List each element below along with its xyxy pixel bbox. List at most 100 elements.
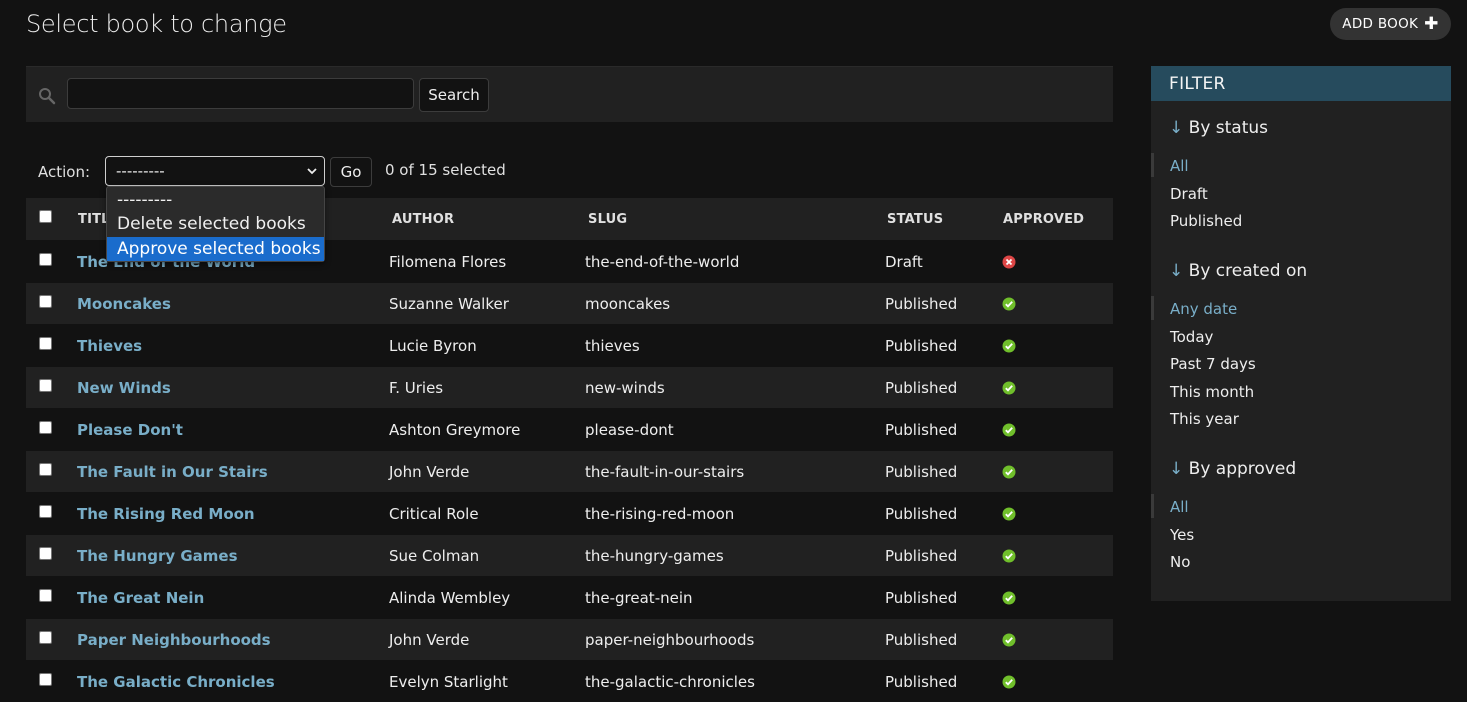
row-checkbox[interactable] [39, 631, 52, 644]
check-circle-icon [1002, 675, 1016, 689]
row-checkbox[interactable] [39, 421, 52, 434]
column-author[interactable]: AUTHOR [392, 212, 454, 227]
check-circle-icon [1002, 339, 1016, 353]
filter-option[interactable]: No [1170, 553, 1190, 571]
book-author: John Verde [389, 631, 470, 649]
book-title-link[interactable]: The Fault in Our Stairs [77, 463, 268, 481]
book-status: Published [885, 631, 958, 649]
add-book-label: ADD BOOK [1342, 16, 1419, 32]
search-toolbar: Search [26, 66, 1113, 122]
book-status: Published [885, 379, 958, 397]
table-body: The End of the World Filomena Flores the… [26, 240, 1113, 702]
x-circle-icon [1002, 255, 1016, 269]
filter-option[interactable]: Today [1170, 328, 1213, 346]
book-status: Draft [885, 253, 923, 271]
action-option-approve[interactable]: Approve selected books [107, 237, 324, 261]
filter-option[interactable]: This month [1170, 383, 1254, 401]
book-slug: the-great-nein [585, 589, 693, 607]
book-status: Published [885, 673, 958, 691]
filter-option[interactable]: Yes [1170, 526, 1194, 544]
chevron-down-icon [307, 168, 317, 175]
book-title-link[interactable]: Thieves [77, 337, 142, 355]
page-title: Select book to change [26, 10, 287, 38]
table-row: Paper Neighbourhoods John Verde paper-ne… [26, 618, 1113, 660]
action-selected-value: --------- [116, 162, 165, 180]
check-circle-icon [1002, 633, 1016, 647]
book-slug: thieves [585, 337, 640, 355]
filter-group-label: By approved [1188, 459, 1297, 479]
filter-option[interactable]: This year [1170, 410, 1239, 428]
row-checkbox[interactable] [39, 463, 52, 476]
filter-group-title: ↓ By approved [1169, 459, 1296, 479]
check-circle-icon [1002, 507, 1016, 521]
search-button[interactable]: Search [419, 78, 489, 112]
action-dropdown: --------- Delete selected books Approve … [106, 186, 325, 262]
book-author: Lucie Byron [389, 337, 477, 355]
book-status: Published [885, 547, 958, 565]
filter-heading: FILTER [1151, 66, 1451, 101]
row-checkbox[interactable] [39, 505, 52, 518]
book-title-link[interactable]: Paper Neighbourhoods [77, 631, 271, 649]
row-checkbox[interactable] [39, 253, 52, 266]
check-circle-icon [1002, 465, 1016, 479]
check-circle-icon [1002, 423, 1016, 437]
filter-group-label: By status [1188, 118, 1269, 138]
row-checkbox[interactable] [39, 379, 52, 392]
check-circle-icon [1002, 549, 1016, 563]
go-button[interactable]: Go [330, 157, 372, 187]
results-table: TITLE AUTHOR SLUG STATUS APPROVED The En… [26, 198, 1113, 702]
add-book-button[interactable]: ADD BOOK ✚ [1330, 8, 1451, 40]
book-slug: the-fault-in-our-stairs [585, 463, 745, 481]
row-checkbox[interactable] [39, 337, 52, 350]
search-input[interactable] [67, 78, 414, 109]
filter-option[interactable]: Past 7 days [1170, 355, 1256, 373]
action-label: Action: [38, 163, 91, 181]
book-status: Published [885, 505, 958, 523]
book-slug: paper-neighbourhoods [585, 631, 755, 649]
check-circle-icon [1002, 591, 1016, 605]
book-title-link[interactable]: The Great Nein [77, 589, 204, 607]
filter-group-label: By created on [1188, 261, 1308, 281]
action-option[interactable]: --------- [107, 188, 324, 212]
filter-option[interactable]: Any date [1150, 296, 1237, 320]
row-checkbox[interactable] [39, 589, 52, 602]
book-title-link[interactable]: New Winds [77, 379, 171, 397]
book-status: Published [885, 337, 958, 355]
arrow-down-icon: ↓ [1169, 118, 1184, 138]
column-approved[interactable]: APPROVED [1003, 212, 1084, 227]
filter-option[interactable]: All [1151, 494, 1189, 518]
filter-option[interactable]: All [1151, 153, 1189, 177]
book-title-link[interactable]: The Rising Red Moon [77, 505, 255, 523]
filter-group-title: ↓ By status [1169, 118, 1268, 138]
book-slug: please-dont [585, 421, 674, 439]
row-checkbox[interactable] [39, 547, 52, 560]
book-title-link[interactable]: The Galactic Chronicles [77, 673, 275, 691]
book-author: Evelyn Starlight [389, 673, 508, 691]
book-title-link[interactable]: The Hungry Games [77, 547, 238, 565]
column-status[interactable]: STATUS [887, 212, 943, 227]
book-status: Published [885, 463, 958, 481]
book-title-link[interactable]: Mooncakes [77, 295, 171, 313]
action-select[interactable]: --------- [105, 156, 325, 186]
table-row: The Rising Red Moon Critical Role the-ri… [26, 492, 1113, 534]
filter-option[interactable]: Draft [1170, 185, 1208, 203]
filter-group-title: ↓ By created on [1169, 261, 1307, 281]
action-option-delete[interactable]: Delete selected books [107, 212, 324, 236]
table-row: The Hungry Games Sue Colman the-hungry-g… [26, 534, 1113, 576]
table-row: The Fault in Our Stairs John Verde the-f… [26, 450, 1113, 492]
select-all-checkbox[interactable] [39, 210, 52, 223]
column-slug[interactable]: SLUG [588, 212, 627, 227]
plus-icon: ✚ [1424, 13, 1439, 34]
book-author: Alinda Wembley [389, 589, 511, 607]
book-slug: new-winds [585, 379, 665, 397]
book-status: Published [885, 589, 958, 607]
row-checkbox[interactable] [39, 673, 52, 686]
book-author: Ashton Greymore [389, 421, 521, 439]
filter-option[interactable]: Published [1170, 212, 1242, 230]
search-icon [39, 88, 56, 105]
table-row: New Winds F. Uries new-winds Published [26, 366, 1113, 408]
book-title-link[interactable]: Please Don't [77, 421, 183, 439]
selected-count: 0 of 15 selected [385, 161, 506, 179]
table-row: The Great Nein Alinda Wembley the-great-… [26, 576, 1113, 618]
row-checkbox[interactable] [39, 295, 52, 308]
